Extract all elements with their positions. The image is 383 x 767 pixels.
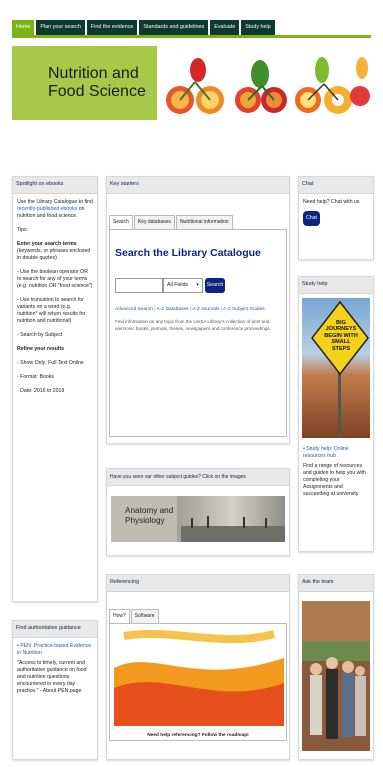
spotlight-panel: Spotlight on ebooks Use the Library Cata… bbox=[12, 176, 98, 602]
tips-label: Tips: bbox=[17, 227, 29, 234]
sign-text: BIG JOURNEYS BEGIN WITH SMALL STEPS bbox=[324, 320, 358, 352]
format-tip: - Format: Books bbox=[17, 374, 54, 381]
show-only-tip: - Show Only: Full Text Online bbox=[17, 360, 84, 367]
key-starters-heading: Key starters bbox=[107, 177, 289, 194]
banner-title: Nutrition and Food Science bbox=[12, 46, 157, 120]
pen-item: • PEN: Practice-based Evidence in Nutrit… bbox=[17, 643, 93, 657]
beach-runners-photo-icon bbox=[181, 516, 285, 542]
enter-terms-tip: Enter your search terms (keywords, or ph… bbox=[17, 241, 91, 262]
fruit-bicycles-illustration bbox=[166, 57, 370, 114]
referencing-panel: Referencing How? Software Need help refe… bbox=[106, 574, 290, 760]
az-databases-link[interactable]: A-Z Databases bbox=[157, 307, 189, 312]
chat-heading: Chat bbox=[299, 177, 373, 194]
tab-standards-and-guidelines[interactable]: Standards and guidelines bbox=[139, 20, 209, 35]
tab-plan-your-search[interactable]: Plan your search bbox=[36, 20, 85, 35]
boolean-tip: - Use the boolean operator OR to search … bbox=[17, 269, 93, 290]
subject-guides-heading: Have you seen our other subject guides? … bbox=[107, 469, 289, 486]
ask-the-team-panel: Ask the team bbox=[298, 574, 374, 760]
tab-study-help[interactable]: Study help bbox=[241, 20, 275, 35]
road-sign-icon bbox=[311, 300, 369, 438]
tab-home[interactable]: Home bbox=[12, 20, 35, 35]
pen-link[interactable]: PEN: Practice-based Evidence in Nutritio… bbox=[17, 643, 91, 656]
guide-banner: Nutrition and Food Science bbox=[12, 46, 371, 120]
spotlight-intro: Use the Library Catalogue to find recent… bbox=[17, 199, 93, 220]
tab-software[interactable]: Software bbox=[130, 609, 159, 623]
referencing-heading: Referencing bbox=[107, 575, 289, 592]
search-box-panel: Search the Library Catalogue All Fields … bbox=[109, 228, 287, 437]
study-help-panel: Study help BIG JOURNEYS BEGIN WITH SMALL… bbox=[298, 276, 374, 552]
refine-label: Refine your results bbox=[17, 346, 64, 353]
catalogue-quick-links: Advanced Search | A-Z Databases | A-Z Jo… bbox=[115, 306, 265, 312]
authoritative-heading: Find authoritative guidance bbox=[13, 621, 97, 638]
catalogue-search-title: Search the Library Catalogue bbox=[115, 246, 261, 259]
az-journals-link[interactable]: A-Z Journals bbox=[192, 307, 219, 312]
study-help-hub-link[interactable]: Study help: Online resources hub bbox=[303, 446, 349, 459]
search-by-subject-tip: - Search by Subject bbox=[17, 332, 63, 339]
tab-key-databases[interactable]: Key databases bbox=[133, 215, 175, 229]
big-journeys-sign-image[interactable]: BIG JOURNEYS BEGIN WITH SMALL STEPS bbox=[302, 298, 370, 438]
catalogue-note: Find information on any topic from the U… bbox=[115, 319, 271, 331]
chat-text: Need help? Chat with us bbox=[303, 199, 360, 205]
catalogue-search-input[interactable] bbox=[115, 277, 163, 293]
study-help-link-item: • Study help: Online resources hub bbox=[303, 446, 369, 460]
referencing-content: Need help referencing? Follow the roadma… bbox=[109, 622, 287, 741]
anatomy-label: Anatomy and Physiology bbox=[125, 506, 174, 525]
ask-the-team-heading: Ask the team bbox=[299, 575, 373, 592]
authoritative-guidance-panel: Find authoritative guidance • PEN: Pract… bbox=[12, 620, 98, 760]
referencing-caption: Need help referencing? Follow the roadma… bbox=[147, 732, 249, 738]
banner-title-line-1: Nutrition and bbox=[48, 64, 139, 82]
tab-search[interactable]: Search bbox=[109, 215, 133, 229]
az-subject-guides-link[interactable]: A-Z Subject Guides bbox=[223, 307, 265, 312]
tab-evaluate[interactable]: Evaluate bbox=[210, 20, 240, 35]
dropdown-arrow-icon: ▾ bbox=[196, 281, 199, 288]
search-field-value: All Fields bbox=[167, 281, 189, 288]
key-starters-tabs: Search Key databases Nutritional informa… bbox=[109, 215, 289, 229]
chat-panel: Chat Need help? Chat with us Chat bbox=[298, 176, 374, 260]
anatomy-physiology-guide-image[interactable]: Anatomy and Physiology bbox=[111, 496, 285, 542]
referencing-roadmap-image[interactable] bbox=[114, 627, 284, 726]
tab-how[interactable]: How? bbox=[109, 609, 130, 623]
advanced-search-link[interactable]: Advanced Search bbox=[115, 307, 153, 312]
truncation-tip: - Use truncation to search for variants … bbox=[17, 297, 86, 325]
referencing-tabs: How? Software bbox=[109, 609, 289, 623]
spotlight-heading: Spotlight on ebooks bbox=[13, 177, 97, 194]
banner-title-line-2: Food Science bbox=[48, 83, 146, 100]
search-row: All Fields ▾ Search bbox=[115, 277, 281, 293]
pen-description: "Access to timely, current and authorita… bbox=[17, 660, 87, 695]
chat-button[interactable]: Chat bbox=[303, 211, 320, 227]
study-help-heading: Study help bbox=[299, 277, 373, 294]
date-tip: - Date: 2016 to 2019 bbox=[17, 388, 65, 395]
subject-guides-panel: Have you seen our other subject guides? … bbox=[106, 468, 290, 556]
tab-nutritional-information[interactable]: Nutritional information bbox=[175, 215, 233, 229]
tab-find-the-evidence[interactable]: Find the evidence bbox=[86, 20, 138, 35]
recent-ebooks-link[interactable]: recently-published ebooks bbox=[17, 206, 77, 212]
main-nav: Home Plan your search Find the evidence … bbox=[12, 20, 371, 38]
search-field-select[interactable]: All Fields ▾ bbox=[163, 277, 203, 293]
catalogue-search-button[interactable]: Search bbox=[205, 277, 225, 293]
team-photo-image bbox=[302, 601, 370, 751]
study-help-description: Find a range of resources and guides to … bbox=[303, 463, 366, 498]
key-starters-panel: Key starters Search Key databases Nutrit… bbox=[106, 176, 290, 444]
